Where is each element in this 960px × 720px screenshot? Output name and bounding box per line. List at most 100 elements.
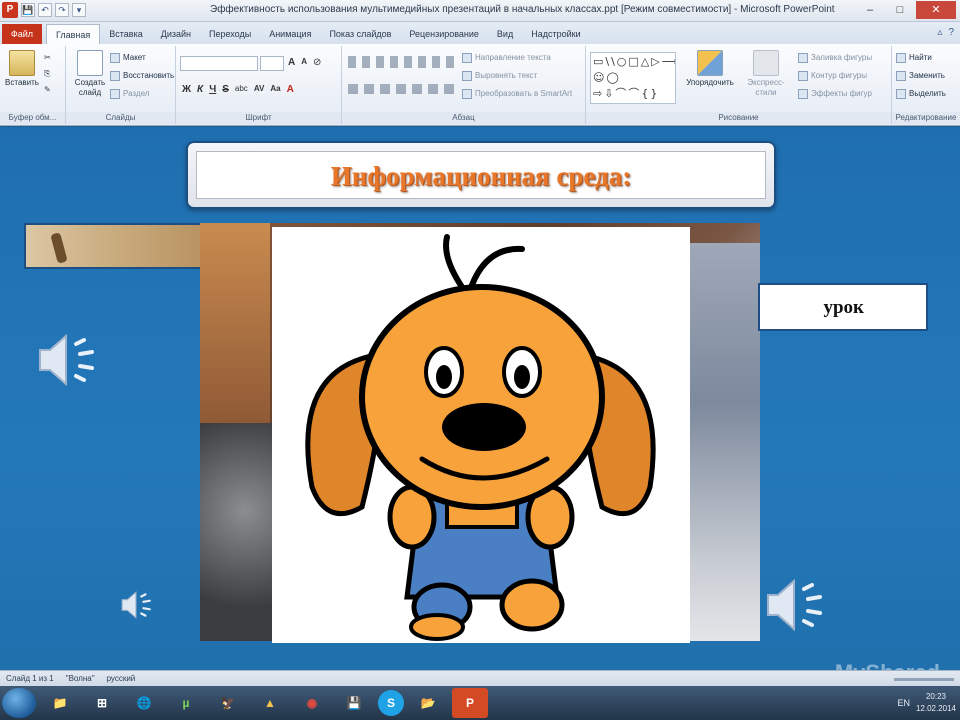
shape-effects-icon xyxy=(798,89,808,99)
slides-group-label: Слайды xyxy=(66,112,175,124)
shape-outline-button[interactable]: Контур фигуры xyxy=(798,70,867,82)
status-language[interactable]: русский xyxy=(107,674,136,683)
shape-effects-button[interactable]: Эффекты фигур xyxy=(798,88,872,100)
tab-home[interactable]: Главная xyxy=(46,24,101,44)
paste-button[interactable]: Вставить xyxy=(2,50,42,88)
shapes-gallery[interactable]: ▭\\○□△▷⟶↗△⌐⌐☺◯ ⇨⇩⌒⌒{} xyxy=(590,52,676,104)
taskbar-skype-icon[interactable]: S xyxy=(378,690,404,716)
replace-label: Заменить xyxy=(909,71,945,80)
font-family-select[interactable] xyxy=(180,56,258,71)
find-icon xyxy=(896,53,906,63)
shadow-button[interactable]: abc xyxy=(235,84,248,95)
clipboard-group-label: Буфер обм... xyxy=(0,112,65,124)
spacing-button[interactable]: AV xyxy=(254,84,265,95)
taskbar-chrome-icon[interactable]: ◉ xyxy=(294,688,330,718)
clock[interactable]: 20:23 12.02.2014 xyxy=(916,691,956,715)
cut-icon[interactable]: ✂ xyxy=(44,52,51,64)
smartart-icon xyxy=(462,89,472,99)
editing-group: Найти Заменить Выделить Редактирование xyxy=(892,46,960,124)
tab-addins[interactable]: Надстройки xyxy=(522,24,589,44)
layout-label: Макет xyxy=(123,53,146,62)
tab-view[interactable]: Вид xyxy=(488,24,522,44)
tab-design[interactable]: Дизайн xyxy=(152,24,200,44)
start-button[interactable] xyxy=(2,688,36,718)
save-icon[interactable]: 💾 xyxy=(21,3,35,17)
left-image-strip[interactable] xyxy=(24,223,204,269)
status-theme[interactable]: "Волна" xyxy=(66,674,95,683)
smartart-button[interactable]: Преобразовать в SmartArt xyxy=(462,88,572,100)
tab-slideshow[interactable]: Показ слайдов xyxy=(320,24,400,44)
speaker-icon-left[interactable] xyxy=(36,332,100,388)
lesson-box[interactable]: урок xyxy=(758,283,928,331)
tab-animations[interactable]: Анимация xyxy=(260,24,320,44)
text-direction-button[interactable]: Направление текста xyxy=(462,52,551,64)
taskbar-triangle-icon[interactable]: ▲ xyxy=(252,688,288,718)
font-group-label: Шрифт xyxy=(176,112,341,124)
window-title: Эффективность использования мультимедийн… xyxy=(210,4,835,15)
tab-file[interactable]: Файл xyxy=(2,24,42,44)
format-painter-icon[interactable]: ✎ xyxy=(44,84,51,96)
arrange-button[interactable]: Упорядочить xyxy=(682,50,738,88)
clock-date: 12.02.2014 xyxy=(915,704,956,713)
taskbar-powerpoint-icon[interactable]: P xyxy=(452,688,488,718)
grow-font-button[interactable]: A xyxy=(288,57,295,68)
customize-qat-icon[interactable]: ▾ xyxy=(72,3,86,17)
section-button[interactable]: Раздел xyxy=(110,88,149,100)
paste-label: Вставить xyxy=(5,78,39,87)
align-text-button[interactable]: Выровнять текст xyxy=(462,70,537,82)
taskbar-utorrent-icon[interactable]: µ xyxy=(168,688,204,718)
status-bar: Слайд 1 из 1 "Волна" русский xyxy=(0,670,960,686)
status-right xyxy=(894,671,954,687)
slide-canvas[interactable]: Информационная среда: урок xyxy=(0,127,960,670)
close-button[interactable]: ✕ xyxy=(916,1,956,19)
align-buttons[interactable] xyxy=(348,84,458,94)
slide-title-box[interactable]: Информационная среда: xyxy=(186,141,776,209)
taskbar-bird-icon[interactable]: 🦅 xyxy=(210,688,246,718)
new-slide-button[interactable]: Создать слайд xyxy=(70,50,110,98)
taskbar-folder-icon[interactable]: 📂 xyxy=(410,688,446,718)
taskbar-save-icon[interactable]: 💾 xyxy=(336,688,372,718)
dog-picture[interactable] xyxy=(272,227,690,643)
tab-insert[interactable]: Вставка xyxy=(100,24,151,44)
reset-button[interactable]: Восстановить xyxy=(110,70,174,82)
taskbar-explorer-icon[interactable]: 📁 xyxy=(42,688,78,718)
minimize-button[interactable]: – xyxy=(856,1,884,19)
bold-button[interactable]: Ж xyxy=(182,84,191,95)
copy-icon[interactable]: ⎘ xyxy=(44,68,50,80)
font-format-buttons: Ж К Ч S abc AV Aa A xyxy=(182,84,294,95)
tab-review[interactable]: Рецензирование xyxy=(400,24,488,44)
clipboard-group: Вставить ✂ ⎘ ✎ Буфер обм... xyxy=(0,46,66,124)
font-color-button[interactable]: A xyxy=(287,84,294,95)
replace-icon xyxy=(896,71,906,81)
photo-wall xyxy=(200,223,270,443)
help-icon[interactable]: ? xyxy=(948,27,954,38)
quick-styles-button[interactable]: Экспресс-стили xyxy=(738,50,794,98)
redo-icon[interactable]: ↷ xyxy=(55,3,69,17)
find-button[interactable]: Найти xyxy=(896,52,932,64)
language-indicator[interactable]: EN xyxy=(897,698,910,708)
list-buttons[interactable] xyxy=(348,56,458,68)
minimize-ribbon-icon[interactable]: ▵ xyxy=(937,27,942,38)
shrink-font-button[interactable]: A xyxy=(301,57,307,68)
select-button[interactable]: Выделить xyxy=(896,88,946,100)
font-size-select[interactable] xyxy=(260,56,284,71)
paste-icon xyxy=(9,50,35,76)
change-case-button[interactable]: Aa xyxy=(270,84,280,95)
clear-format-icon[interactable]: ⊘ xyxy=(313,57,321,68)
taskbar-globe-icon[interactable]: 🌐 xyxy=(126,688,162,718)
zoom-slider[interactable] xyxy=(894,677,954,681)
powerpoint-app-icon[interactable]: P xyxy=(2,2,18,18)
tab-transitions[interactable]: Переходы xyxy=(200,24,260,44)
strikethrough-button[interactable]: S xyxy=(222,84,229,95)
select-label: Выделить xyxy=(909,89,946,98)
speaker-icon-small[interactable] xyxy=(120,589,154,621)
shape-fill-button[interactable]: Заливка фигуры xyxy=(798,52,872,64)
italic-button[interactable]: К xyxy=(197,84,203,95)
layout-button[interactable]: Макет xyxy=(110,52,146,64)
underline-button[interactable]: Ч xyxy=(209,84,216,95)
speaker-icon-right[interactable] xyxy=(764,577,828,633)
taskbar-windows-icon[interactable]: ⊞ xyxy=(84,688,120,718)
maximize-button[interactable]: □ xyxy=(886,1,914,19)
replace-button[interactable]: Заменить xyxy=(896,70,945,82)
undo-icon[interactable]: ↶ xyxy=(38,3,52,17)
